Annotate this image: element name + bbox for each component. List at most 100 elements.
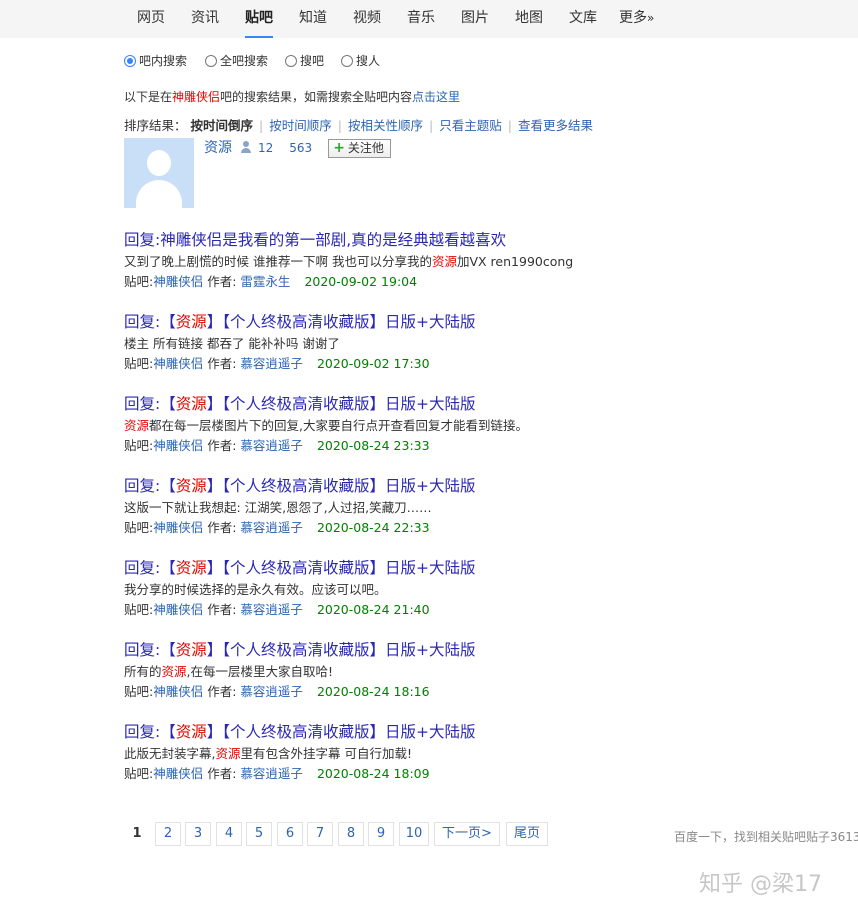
bar-name-link[interactable]: 神雕侠侣 [153,684,203,699]
bar-label: 贴吧: [124,356,154,371]
result-title-link[interactable]: 回复:神雕侠侣是我看的第一部剧,真的是经典越看越喜欢 [124,229,724,251]
title-text: 回复:【 [124,313,176,331]
highlight-keyword: 资源 [175,559,207,577]
radio-unselected-icon [285,55,297,67]
only-threads-link[interactable]: 只看主题贴 [439,118,502,133]
sort-time-desc: 按时间倒序 [190,118,254,133]
result-excerpt: 此版无封装字幕,资源里有包含外挂字幕 可自行加载! [124,744,724,764]
bar-label: 贴吧: [124,274,154,289]
highlight-keyword: 资源 [175,723,207,741]
tab-map[interactable]: 地图 [515,0,543,38]
highlight-keyword: 资源 [175,641,207,659]
follow-label: 关注他 [347,141,384,155]
author-name-link[interactable]: 雷霆永生 [240,274,290,289]
author-name-link[interactable]: 慕容逍遥子 [240,766,303,781]
page-2[interactable]: 2 [155,822,181,846]
top-nav: 网页 资讯 贴吧 知道 视频 音乐 图片 地图 文库 更多» [0,0,858,38]
title-text: 回复:【 [124,477,176,495]
result-meta: 贴吧:神雕侠侣 作者: 慕容逍遥子 2020-08-24 21:40 [124,600,724,620]
post-date: 2020-08-24 18:09 [316,766,430,781]
follow-button[interactable]: + 关注他 [328,139,391,158]
result-meta: 贴吧:神雕侠侣 作者: 慕容逍遥子 2020-08-24 18:09 [124,764,724,784]
page-3[interactable]: 3 [185,822,211,846]
excerpt-text: 加VX ren1990cong [456,254,574,269]
highlight-keyword: 资源 [175,313,207,331]
person-icon [240,141,252,153]
divider: | [428,118,434,133]
title-text: 】【个人终极高清收藏版】日版+大陆版 [206,723,476,741]
double-chevron-right-icon: » [647,11,655,25]
tab-music[interactable]: 音乐 [407,0,435,38]
user-count-2: 563 [289,141,313,155]
sort-time-asc-link[interactable]: 按时间顺序 [269,118,332,133]
divider: | [507,118,512,133]
result-title-link[interactable]: 回复:【资源】【个人终极高清收藏版】日版+大陆版 [124,393,724,415]
tab-news[interactable]: 资讯 [191,0,219,38]
radio-search-bar[interactable]: 搜吧 [285,52,324,70]
author-name-link[interactable]: 慕容逍遥子 [240,356,303,371]
title-text: 】【个人终极高清收藏版】日版+大陆版 [206,313,476,331]
radio-in-bar-search[interactable]: 吧内搜索 [124,52,187,70]
result-item: 回复:【资源】【个人终极高清收藏版】日版+大陆版楼主 所有链接 都吞了 能补补吗… [124,311,724,374]
tab-wenku[interactable]: 文库 [569,0,597,38]
page-10[interactable]: 10 [399,822,429,846]
author-name-link[interactable]: 慕容逍遥子 [240,602,303,617]
avatar[interactable] [124,138,194,208]
highlight-keyword: 资源 [175,477,207,495]
page-1: 1 [124,822,150,846]
author-label: 作者: [207,438,237,453]
bar-name-link[interactable]: 神雕侠侣 [153,274,203,289]
avatar-body [136,180,182,208]
result-title-link[interactable]: 回复:【资源】【个人终极高清收藏版】日版+大陆版 [124,721,724,743]
result-item: 回复:【资源】【个人终极高清收藏版】日版+大陆版 我分享的时候选择的是永久有效。应… [124,557,724,620]
title-text: 】【个人终极高清收藏版】日版+大陆版 [206,559,476,577]
result-title-link[interactable]: 回复:【资源】【个人终极高清收藏版】日版+大陆版 [124,639,724,661]
tab-video[interactable]: 视频 [353,0,381,38]
page-6[interactable]: 6 [277,822,303,846]
page-7[interactable]: 7 [307,822,333,846]
author-name-link[interactable]: 慕容逍遥子 [240,520,303,535]
avatar-head [147,150,171,176]
post-date: 2020-08-24 23:33 [316,438,430,453]
tab-more[interactable]: 更多» [619,0,654,38]
tab-web[interactable]: 网页 [137,0,165,38]
result-title-link[interactable]: 回复:【资源】【个人终极高清收藏版】日版+大陆版 [124,311,724,333]
result-title-link[interactable]: 回复:【资源】【个人终极高清收藏版】日版+大陆版 [124,475,724,497]
highlight-keyword: 资源 [161,664,187,679]
tab-zhidao[interactable]: 知道 [299,0,327,38]
page-5[interactable]: 5 [246,822,272,846]
tab-images[interactable]: 图片 [461,0,489,38]
more-results-link[interactable]: 查看更多结果 [518,118,593,133]
last-page-button[interactable]: 尾页 [506,822,548,846]
radio-label: 搜吧 [300,54,325,68]
bar-name-link[interactable]: 神雕侠侣 [153,766,203,781]
divider: | [337,118,342,133]
tab-more-label: 更多 [619,10,647,26]
highlight-keyword: 资源 [431,254,457,269]
radio-all-bar-search[interactable]: 全吧搜索 [205,52,268,70]
bar-name-link[interactable]: 神雕侠侣 [153,520,203,535]
bar-name-link[interactable]: 神雕侠侣 [153,356,203,371]
page-9[interactable]: 9 [368,822,394,846]
title-text: 】【个人终极高清收藏版】日版+大陆版 [206,395,476,413]
radio-unselected-icon [341,55,353,67]
bar-label: 贴吧: [124,602,154,617]
user-info: 资源 12 563 + 关注他 [204,138,391,158]
sort-relevance-link[interactable]: 按相关性顺序 [348,118,423,133]
next-page-button[interactable]: 下一页> [434,822,500,846]
bar-name-link[interactable]: 神雕侠侣 [153,438,203,453]
tab-tieba[interactable]: 贴吧 [245,0,273,38]
page-4[interactable]: 4 [216,822,242,846]
search-all-link[interactable]: 点击这里 [412,90,460,104]
post-date: 2020-09-02 17:30 [316,356,430,371]
page-8[interactable]: 8 [338,822,364,846]
bar-name-link[interactable]: 神雕侠侣 [153,602,203,617]
plus-icon: + [333,140,345,156]
user-name-link[interactable]: 资源 [204,140,232,156]
author-name-link[interactable]: 慕容逍遥子 [240,438,303,453]
radio-search-user[interactable]: 搜人 [341,52,380,70]
excerpt-text: 楼主 所有链接 都吞了 能补补吗 谢谢了 [124,336,340,351]
result-title-link[interactable]: 回复:【资源】【个人终极高清收藏版】日版+大陆版 [124,557,724,579]
excerpt-text: 所有的 [124,664,162,679]
author-name-link[interactable]: 慕容逍遥子 [240,684,303,699]
